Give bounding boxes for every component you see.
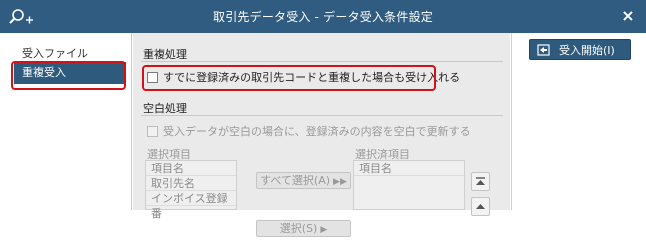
duplicate-accept-checkbox[interactable]: すでに登録済みの取引先コードと重複した場合も受け入れる xyxy=(147,69,460,85)
blank-update-checkbox[interactable]: 受入データが空白の場合に、登録済みの内容を空白で更新する xyxy=(147,123,471,139)
list-item[interactable]: インボイス登録番 xyxy=(146,191,236,220)
selected-items-list[interactable]: 項目名 xyxy=(353,160,465,210)
move-to-top-button[interactable] xyxy=(471,172,490,191)
window-title: 取引先データ受入 - データ受入条件設定 xyxy=(213,10,433,24)
settings-panel: 重複処理 すでに登録済みの取引先コードと重複した場合も受け入れる 空白処理 受入… xyxy=(133,33,510,237)
arrow-right-icon: ▶ xyxy=(320,225,328,235)
move-up-button[interactable] xyxy=(471,197,490,216)
import-icon xyxy=(537,43,550,56)
list-item[interactable]: 項目名 xyxy=(354,161,464,176)
list-item[interactable]: 取引先名 xyxy=(146,176,236,191)
move-up-icon xyxy=(476,204,485,209)
select-button[interactable]: 選択(S) ▶ xyxy=(256,220,351,237)
blank-section-title: 空白処理 xyxy=(143,102,187,115)
sidebar-item-duplicate-import[interactable]: 重複受入 xyxy=(14,62,126,84)
start-import-button[interactable]: 受入開始(I) xyxy=(529,39,631,60)
checkbox-box[interactable] xyxy=(147,71,158,83)
select-all-button[interactable]: すべて選択(A) ▶▶ xyxy=(256,172,351,189)
list-item[interactable]: 項目名 xyxy=(146,161,236,176)
duplicate-section-title: 重複処理 xyxy=(143,48,187,61)
blank-update-label: 受入データが空白の場合に、登録済みの内容を空白で更新する xyxy=(163,125,471,138)
sidebar: 受入ファイル 重複受入 xyxy=(0,33,132,210)
checkbox-box[interactable] xyxy=(147,125,158,137)
start-import-label: 受入開始(I) xyxy=(559,43,615,57)
select-items-list[interactable]: 項目名 取引先名 インボイス登録番 xyxy=(145,160,237,220)
close-icon[interactable]: × xyxy=(619,7,637,25)
select-all-label: すべて選択(A) xyxy=(260,174,331,187)
move-top-icon xyxy=(476,177,485,185)
double-arrow-right-icon: ▶▶ xyxy=(333,177,347,187)
title-bar: 取引先データ受入 - データ受入条件設定 × xyxy=(0,0,646,33)
divider xyxy=(141,115,503,116)
divider xyxy=(141,61,503,62)
duplicate-accept-label: すでに登録済みの取引先コードと重複した場合も受け入れる xyxy=(163,71,461,84)
action-panel: 受入開始(I) xyxy=(511,33,646,210)
select-label: 選択(S) xyxy=(279,222,318,235)
